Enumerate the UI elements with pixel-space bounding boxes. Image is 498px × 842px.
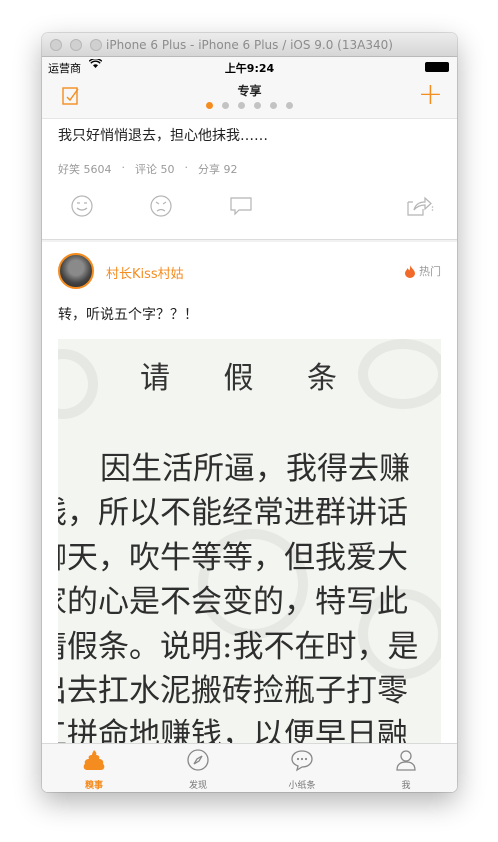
stat-separator: · xyxy=(184,161,189,174)
post-actions xyxy=(42,194,457,224)
post-stats: 好笑 5604 · 评论 50 · 分享 92 xyxy=(58,161,238,177)
tab-messages[interactable]: 小纸条 xyxy=(250,748,354,791)
compass-icon xyxy=(187,749,209,771)
tab-label: 发现 xyxy=(188,781,207,791)
page-dot[interactable] xyxy=(286,102,293,109)
note-title: 请 假 条 xyxy=(139,361,360,396)
page-indicator[interactable] xyxy=(42,102,457,109)
status-time: 上午9:24 xyxy=(224,62,275,75)
comment-icon[interactable] xyxy=(229,194,253,222)
smile-icon[interactable] xyxy=(70,194,94,222)
phone-screen: 运营商 上午9:24 专享 + 我只好悄悄退去，担心他抹我…… 好笑 5604 … xyxy=(42,57,457,792)
tab-bar: 糗事 发现 小纸条 我 xyxy=(42,743,457,792)
simulator-window: iPhone 6 Plus - iPhone 6 Plus / iOS 9.0 … xyxy=(42,33,457,792)
nav-title: 专享 xyxy=(237,84,262,98)
status-bar: 运营商 上午9:24 xyxy=(42,57,457,77)
page-dot[interactable] xyxy=(270,102,277,109)
person-icon xyxy=(396,750,416,771)
add-post-button[interactable]: + xyxy=(418,80,443,110)
note-line: 聊天，吹牛等等，但我爱大 xyxy=(58,540,408,576)
navigation-bar: 专享 + xyxy=(42,77,457,119)
share-icon[interactable] xyxy=(404,194,434,222)
share-count: 分享 92 xyxy=(198,163,238,176)
window-title: iPhone 6 Plus - iPhone 6 Plus / iOS 9.0 … xyxy=(106,38,393,52)
tab-label: 糗事 xyxy=(84,781,103,791)
chat-bubble-icon xyxy=(291,750,313,772)
tab-me[interactable]: 我 xyxy=(354,748,457,791)
post-text: 我只好悄悄退去，担心他抹我…… xyxy=(58,128,268,144)
note-line: 钱，所以不能经常进群讲话 xyxy=(58,495,408,531)
battery-icon xyxy=(425,62,449,72)
flame-icon xyxy=(405,264,415,278)
poop-icon xyxy=(83,750,105,770)
page-dot[interactable] xyxy=(222,102,229,109)
note-line: 因生活所逼，我得去赚 xyxy=(100,451,410,487)
page-dot[interactable] xyxy=(206,102,213,109)
page-dot[interactable] xyxy=(238,102,245,109)
stat-separator: · xyxy=(121,161,126,174)
window-titlebar: iPhone 6 Plus - iPhone 6 Plus / iOS 9.0 … xyxy=(42,33,457,57)
funny-count: 好笑 5604 xyxy=(58,163,112,176)
tab-discover[interactable]: 发现 xyxy=(146,748,250,791)
note-line: 请假条。说明:我不在时，是 xyxy=(58,629,419,665)
frown-icon[interactable] xyxy=(149,194,173,222)
hot-badge: 热门 xyxy=(405,263,441,279)
note-line: 家的心是不会变的，特写此 xyxy=(58,584,408,620)
post-text: 转，听说五个字？？！ xyxy=(58,307,198,323)
avatar[interactable] xyxy=(58,253,94,289)
note-line: 工拼命地赚钱，以便早日融 xyxy=(58,717,408,743)
page-dot[interactable] xyxy=(254,102,261,109)
tab-label: 小纸条 xyxy=(288,781,316,791)
tab-qiushi[interactable]: 糗事 xyxy=(42,748,146,791)
note-line: 出去扛水泥搬砖捡瓶子打零 xyxy=(58,673,408,709)
hot-label: 热门 xyxy=(419,265,441,278)
post-gap xyxy=(42,240,457,242)
post-image[interactable]: 请 假 条 因生活所逼，我得去赚 钱，所以不能经常进群讲话 聊天，吹牛等等，但我… xyxy=(58,339,441,743)
tab-label: 我 xyxy=(401,781,411,791)
post-username[interactable]: 村长Kiss村姑 xyxy=(106,263,184,282)
comment-count: 评论 50 xyxy=(135,163,175,176)
feed-list[interactable]: 我只好悄悄退去，担心他抹我…… 好笑 5604 · 评论 50 · 分享 92 xyxy=(42,119,457,743)
